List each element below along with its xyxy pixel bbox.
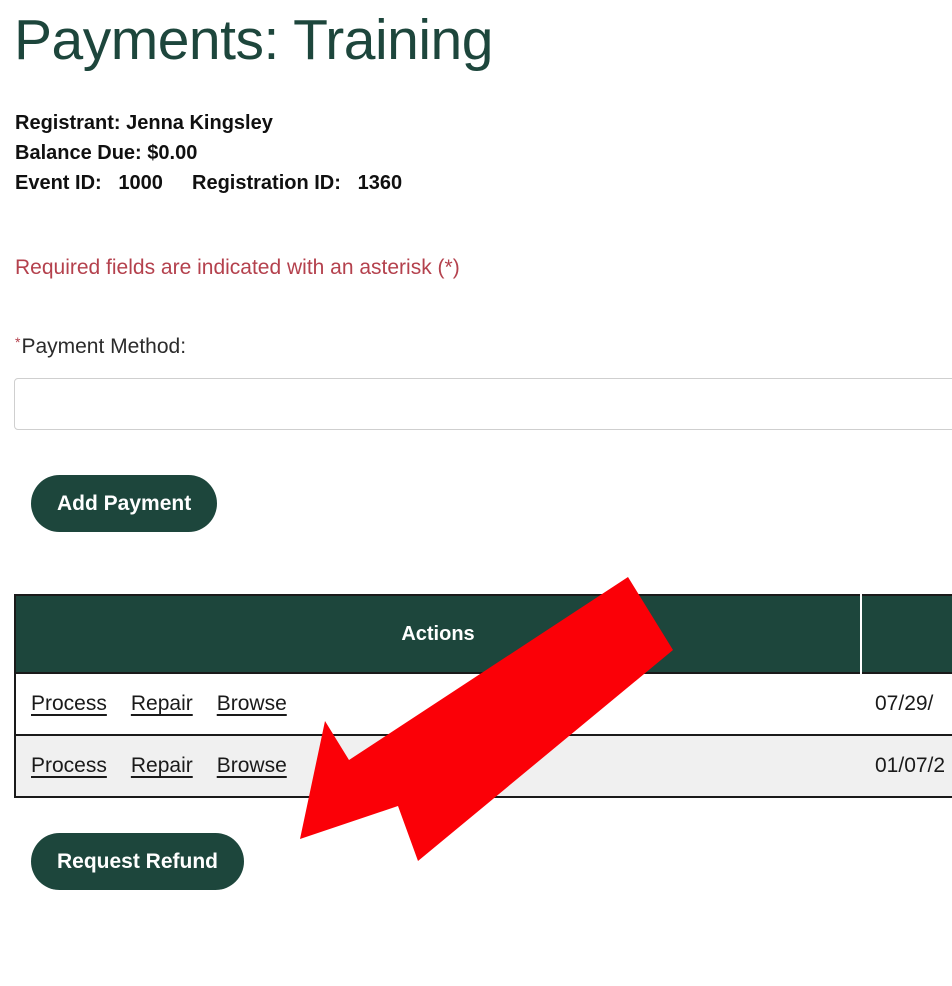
browse-link[interactable]: Browse [217, 754, 287, 777]
table-header-row: Actions [15, 595, 952, 673]
column-header-date [861, 595, 952, 673]
repair-link[interactable]: Repair [131, 754, 193, 777]
required-fields-note: Required fields are indicated with an as… [15, 256, 460, 279]
row-actions-cell: Process Repair Browse [15, 735, 861, 797]
required-asterisk-icon: * [15, 334, 21, 350]
payments-table-body: Process Repair Browse 07/29/ Process Repair… [15, 673, 952, 797]
page-title: Payments: Training [14, 8, 493, 72]
add-payment-button[interactable]: Add Payment [31, 475, 218, 532]
balance-due-line: Balance Due: $0.00 [15, 138, 402, 168]
table-row: Process Repair Browse 01/07/2 [15, 735, 952, 797]
payment-method-label-text: Payment Method: [21, 335, 187, 358]
payments-table: Actions Process Repair Browse 07/29/ Proce… [14, 594, 952, 798]
repair-link[interactable]: Repair [131, 692, 193, 715]
row-date-cell: 01/07/2 [875, 754, 946, 777]
row-date-cell: 07/29/ [875, 692, 934, 715]
payment-method-label: *Payment Method: [15, 334, 186, 359]
process-link[interactable]: Process [31, 754, 107, 777]
request-refund-button[interactable]: Request Refund [31, 833, 245, 890]
column-header-actions: Actions [15, 595, 862, 673]
registration-summary: Registrant: Jenna Kingsley Balance Due: … [15, 108, 402, 198]
registration-id-label: Registration ID: [192, 172, 341, 194]
registrant-line: Registrant: Jenna Kingsley [15, 108, 402, 138]
browse-link[interactable]: Browse [217, 692, 287, 715]
payments-table-header: Actions [15, 595, 952, 673]
row-actions-cell: Process Repair Browse [15, 673, 861, 735]
payment-method-select[interactable] [14, 378, 952, 430]
table-row: Process Repair Browse 07/29/ [15, 673, 952, 735]
payments-page: Payments: Training Registrant: Jenna Kin… [0, 0, 952, 986]
process-link[interactable]: Process [31, 692, 107, 715]
ids-line: Event ID: 1000 Registration ID: 1360 [15, 168, 402, 198]
event-id-label: Event ID: [15, 172, 102, 194]
event-id-value: 1000 [118, 172, 163, 194]
registrant-text: Registrant: Jenna Kingsley [15, 112, 273, 134]
registration-id-value: 1360 [357, 172, 403, 194]
balance-due-text: Balance Due: $0.00 [15, 142, 198, 164]
